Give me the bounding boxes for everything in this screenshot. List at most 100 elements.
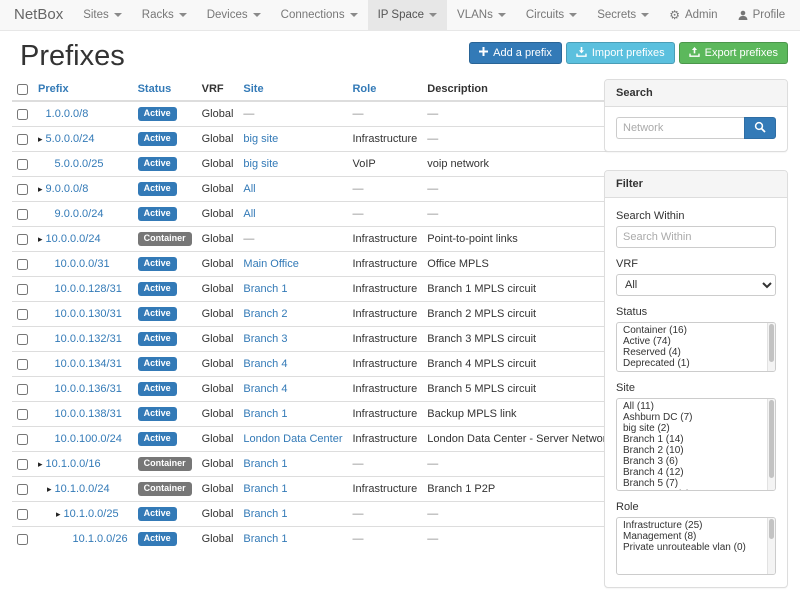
prefix-link[interactable]: 1.0.0.0/8	[46, 108, 89, 120]
site-link[interactable]: Branch 1	[243, 408, 287, 420]
row-checkbox[interactable]	[17, 159, 28, 170]
site-link[interactable]: big site	[243, 133, 278, 145]
row-checkbox[interactable]	[17, 334, 28, 345]
search-input[interactable]	[616, 117, 744, 139]
listbox-option[interactable]: Private unrouteable vlan (0)	[617, 542, 775, 553]
row-checkbox[interactable]	[17, 109, 28, 120]
prefix-link[interactable]: 10.1.0.0/16	[46, 458, 101, 470]
column-header-site[interactable]: Site	[238, 79, 347, 101]
scrollbar[interactable]	[767, 399, 775, 490]
listbox-option[interactable]: Ashburn DC (7)	[617, 412, 775, 423]
status-listbox[interactable]: Container (16)Active (74)Reserved (4)Dep…	[616, 322, 776, 372]
row-checkbox[interactable]	[17, 134, 28, 145]
listbox-option[interactable]: All (11)	[617, 401, 775, 412]
prefix-link[interactable]: 10.1.0.0/25	[64, 508, 119, 520]
select-all-checkbox[interactable]	[17, 84, 28, 95]
scrollbar-thumb[interactable]	[769, 400, 774, 478]
prefix-link[interactable]: 9.0.0.0/24	[55, 208, 104, 220]
prefix-link[interactable]: 5.0.0.0/24	[46, 133, 95, 145]
site-link[interactable]: Branch 4	[243, 358, 287, 370]
site-link[interactable]: All	[243, 183, 255, 195]
row-checkbox[interactable]	[17, 209, 28, 220]
vrf-select[interactable]: All	[616, 274, 776, 296]
listbox-option[interactable]: Infrastructure (25)	[617, 520, 775, 531]
nav-item-logout[interactable]: Log out	[795, 0, 800, 30]
row-checkbox[interactable]	[17, 259, 28, 270]
scrollbar-thumb[interactable]	[769, 519, 774, 539]
listbox-option[interactable]: big site (2)	[617, 423, 775, 434]
nav-item-vlans[interactable]: VLANs	[447, 0, 516, 30]
row-checkbox[interactable]	[17, 484, 28, 495]
nav-item-connections[interactable]: Connections	[271, 0, 368, 30]
listbox-option[interactable]: Container (16)	[617, 325, 775, 336]
site-link[interactable]: Branch 1	[243, 508, 287, 520]
row-checkbox[interactable]	[17, 534, 28, 545]
row-checkbox[interactable]	[17, 234, 28, 245]
prefix-link[interactable]: 10.0.0.128/31	[55, 283, 122, 295]
prefix-link[interactable]: 10.0.0.132/31	[55, 333, 122, 345]
listbox-option[interactable]: Reserved (4)	[617, 347, 775, 358]
import-prefixes-button[interactable]: Import prefixes	[566, 42, 675, 64]
prefix-link[interactable]: 10.0.0.0/31	[55, 258, 110, 270]
nav-item-profile[interactable]: Profile	[728, 0, 796, 30]
column-header-status[interactable]: Status	[133, 79, 197, 101]
scrollbar[interactable]	[767, 518, 775, 574]
search-button[interactable]	[744, 117, 776, 139]
listbox-option[interactable]: Active (74)	[617, 336, 775, 347]
row-checkbox[interactable]	[17, 509, 28, 520]
site-link[interactable]: London Data Center	[243, 433, 342, 445]
listbox-option[interactable]: COLO-1-24 (9)	[617, 489, 775, 491]
nav-item-secrets[interactable]: Secrets	[587, 0, 659, 30]
nav-item-ip-space[interactable]: IP Space	[368, 0, 447, 30]
nav-item-racks[interactable]: Racks	[132, 0, 197, 30]
prefix-link[interactable]: 5.0.0.0/25	[55, 158, 104, 170]
site-link[interactable]: Branch 3	[243, 333, 287, 345]
column-header-role[interactable]: Role	[347, 79, 422, 101]
listbox-option[interactable]: Branch 4 (12)	[617, 467, 775, 478]
row-checkbox[interactable]	[17, 459, 28, 470]
brand-logo[interactable]: NetBox	[14, 0, 63, 30]
row-checkbox[interactable]	[17, 284, 28, 295]
export-prefixes-button[interactable]: Export prefixes	[679, 42, 788, 64]
row-checkbox[interactable]	[17, 359, 28, 370]
listbox-option[interactable]: Branch 3 (6)	[617, 456, 775, 467]
site-link[interactable]: Branch 4	[243, 383, 287, 395]
site-link[interactable]: big site	[243, 158, 278, 170]
row-checkbox[interactable]	[17, 309, 28, 320]
site-link[interactable]: Branch 1	[243, 458, 287, 470]
prefix-link[interactable]: 10.0.0.134/31	[55, 358, 122, 370]
prefix-link[interactable]: 10.0.0.138/31	[55, 408, 122, 420]
row-checkbox[interactable]	[17, 434, 28, 445]
nav-item-circuits[interactable]: Circuits	[516, 0, 587, 30]
site-link[interactable]: Branch 1	[243, 533, 287, 545]
site-link[interactable]: All	[243, 208, 255, 220]
nav-item-sites[interactable]: Sites	[73, 0, 132, 30]
prefix-link[interactable]: 10.0.0.130/31	[55, 308, 122, 320]
prefix-link[interactable]: 10.1.0.0/24	[55, 483, 110, 495]
scrollbar-thumb[interactable]	[769, 324, 774, 362]
row-checkbox[interactable]	[17, 184, 28, 195]
row-checkbox[interactable]	[17, 409, 28, 420]
listbox-option[interactable]: Branch 1 (14)	[617, 434, 775, 445]
listbox-option[interactable]: Management (8)	[617, 531, 775, 542]
role-listbox[interactable]: Infrastructure (25)Management (8)Private…	[616, 517, 776, 575]
nav-item-devices[interactable]: Devices	[197, 0, 271, 30]
listbox-option[interactable]: Branch 2 (10)	[617, 445, 775, 456]
add-prefix-button[interactable]: Add a prefix	[469, 42, 562, 64]
site-listbox[interactable]: All (11)Ashburn DC (7)big site (2)Branch…	[616, 398, 776, 491]
prefix-link[interactable]: 9.0.0.0/8	[46, 183, 89, 195]
prefix-link[interactable]: 10.0.0.0/24	[46, 233, 101, 245]
site-link[interactable]: Branch 1	[243, 283, 287, 295]
column-header-prefix[interactable]: Prefix	[33, 79, 133, 101]
nav-item-admin[interactable]: ⚙ Admin	[659, 0, 727, 30]
prefix-link[interactable]: 10.1.0.0/26	[73, 533, 128, 545]
listbox-option[interactable]: Deprecated (1)	[617, 358, 775, 369]
prefix-link[interactable]: 10.0.0.136/31	[55, 383, 122, 395]
prefix-link[interactable]: 10.0.100.0/24	[55, 433, 122, 445]
site-link[interactable]: Branch 2	[243, 308, 287, 320]
row-checkbox[interactable]	[17, 384, 28, 395]
scrollbar[interactable]	[767, 323, 775, 371]
site-link[interactable]: Branch 1	[243, 483, 287, 495]
site-link[interactable]: Main Office	[243, 258, 298, 270]
search-within-input[interactable]	[616, 226, 776, 248]
